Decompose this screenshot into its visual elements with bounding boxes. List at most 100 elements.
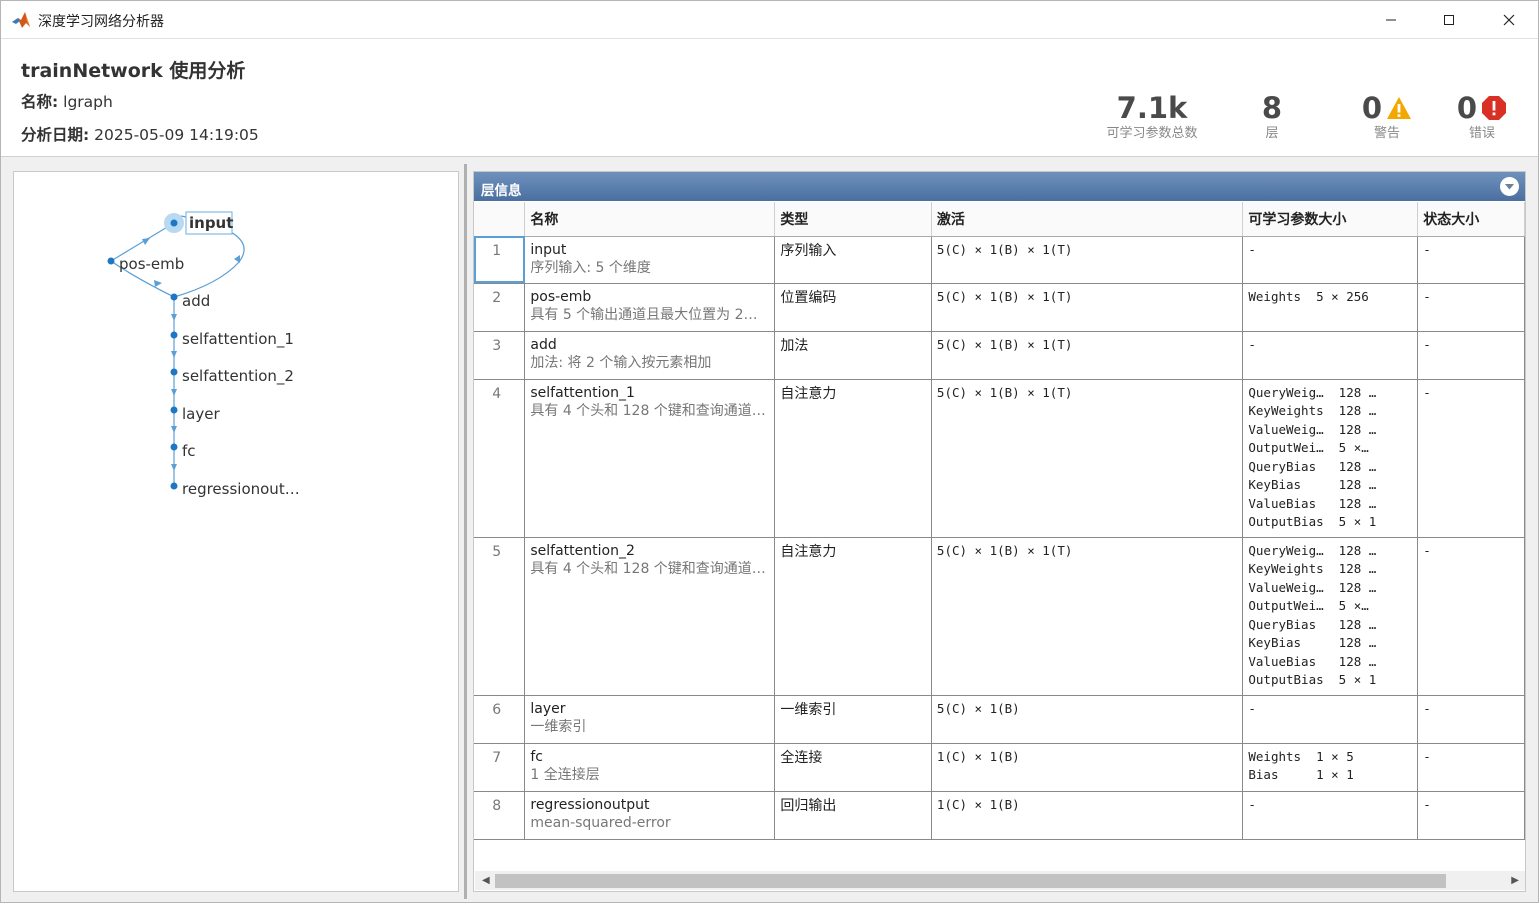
activation-cell: 5(C) × 1(B) × 1(T): [931, 331, 1244, 380]
panel-header: 层信息: [474, 172, 1525, 201]
learnables-cell: -: [1242, 331, 1419, 380]
graph-node[interactable]: [107, 257, 115, 265]
edge-arrow: [171, 464, 177, 471]
table-row[interactable]: 4 selfattention_1 具有 4 个头和 128 个键和查询通道… 自注意…: [474, 379, 1525, 538]
graph-node-label[interactable]: selfattention_2: [182, 367, 294, 386]
table-row[interactable]: 1 input 序列输入: 5 个维度 序列输入 5(C) × 1(B) × 1(T) -…: [474, 236, 1525, 284]
close-icon: [1503, 14, 1515, 26]
layer-name: selfattention_2: [530, 542, 635, 559]
layer-name: selfattention_1: [530, 384, 635, 401]
state-size: -: [1423, 796, 1431, 812]
table-row[interactable]: 5 selfattention_2 具有 4 个头和 128 个键和查询通道… 自注意…: [474, 537, 1525, 696]
minimize-icon: [1386, 19, 1396, 21]
activation-cell: 5(C) × 1(B) × 1(T): [931, 236, 1244, 284]
learnables-size: -: [1248, 241, 1256, 257]
learnables-size: Weights 1 × 5 Bias 1 × 1: [1248, 748, 1354, 783]
column-header[interactable]: 激活: [931, 202, 1244, 237]
layer-type: 序列输入: [780, 242, 837, 259]
activation-size: 1(C) × 1(B): [936, 796, 1020, 812]
row-index: 4: [474, 379, 526, 538]
activation-cell: 5(C) × 1(B) × 1(T): [931, 379, 1244, 538]
error-icon: [1482, 96, 1507, 120]
graph-node[interactable]: [170, 331, 178, 339]
activation-size: 5(C) × 1(B) × 1(T): [936, 542, 1073, 558]
graph-node-label[interactable]: regressionout…: [182, 480, 300, 498]
layer-description: 具有 5 个输出通道且最大位置为 2…: [530, 306, 758, 323]
title-bar: 深度学习网络分析器: [1, 1, 1538, 39]
maximize-button[interactable]: [1426, 1, 1472, 39]
state-size: -: [1423, 700, 1431, 716]
stat-learnables-label: 可学习参数总数: [1106, 126, 1198, 141]
horizontal-scrollbar[interactable]: ◀ ▶: [475, 871, 1525, 890]
column-header[interactable]: 可学习参数大小: [1242, 202, 1419, 237]
graph-node-label[interactable]: fc: [182, 442, 196, 460]
column-header[interactable]: 类型: [774, 202, 932, 237]
column-header[interactable]: 名称: [524, 202, 776, 237]
edge-arrow: [171, 426, 177, 433]
app-window: 深度学习网络分析器 trainNetwork 使用分析 名称: lgraph 分…: [0, 0, 1539, 903]
network-graph[interactable]: input pos-emb add selfattention_1 selfat…: [14, 172, 458, 891]
table-row[interactable]: 6 layer 一维索引 一维索引 5(C) × 1(B) - -: [474, 695, 1525, 744]
layer-name: regressionoutput: [530, 796, 650, 813]
state-cell: -: [1417, 283, 1525, 332]
learnables-cell: Weights 5 × 256: [1242, 283, 1419, 332]
edge-arrow: [171, 351, 177, 358]
graph-node[interactable]: [170, 368, 178, 376]
stat-layers: 8 层: [1242, 91, 1302, 143]
graph-node[interactable]: [170, 443, 178, 451]
layer-name-cell: layer 一维索引: [524, 695, 776, 744]
stat-errors[interactable]: 0 错误: [1446, 91, 1518, 143]
state-cell: -: [1417, 695, 1525, 744]
network-graph-panel[interactable]: input pos-emb add selfattention_1 selfat…: [13, 171, 459, 892]
state-size: -: [1423, 336, 1431, 352]
graph-node-label[interactable]: add: [182, 292, 210, 310]
column-header[interactable]: [474, 202, 526, 237]
layer-name-cell: pos-emb 具有 5 个输出通道且最大位置为 2…: [524, 283, 776, 332]
panel-title: 层信息: [481, 183, 522, 199]
warning-icon: [1387, 97, 1412, 119]
graph-node-label[interactable]: pos-emb: [119, 255, 184, 273]
learnables-cell: Weights 1 × 5 Bias 1 × 1: [1242, 743, 1419, 792]
layer-name-cell: add 加法: 将 2 个输入按元素相加: [524, 331, 776, 380]
stat-errors-value: 0: [1456, 91, 1478, 125]
graph-node[interactable]: [170, 406, 178, 414]
stat-warnings[interactable]: 0 警告: [1351, 91, 1423, 143]
graph-node-label[interactable]: selfattention_1: [182, 330, 294, 349]
table-row[interactable]: 7 fc 1 全连接层 全连接 1(C) × 1(B) Weights 1 × 5 Bia…: [474, 743, 1525, 792]
state-cell: -: [1417, 379, 1525, 538]
scroll-left-icon[interactable]: ◀: [482, 875, 490, 886]
table-row[interactable]: 2 pos-emb 具有 5 个输出通道且最大位置为 2… 位置编码 5(C) × 1(…: [474, 283, 1525, 332]
row-index: 8: [474, 791, 526, 840]
scrollbar-thumb[interactable]: [495, 874, 1446, 888]
panel-splitter[interactable]: [464, 164, 467, 899]
layer-type: 回归输出: [780, 797, 837, 814]
minimize-button[interactable]: [1368, 1, 1414, 39]
analysis-date: 分析日期: 2025-05-09 14:19:05: [21, 123, 259, 145]
graph-node-label[interactable]: layer: [182, 405, 220, 423]
layer-type-cell: 自注意力: [774, 537, 932, 696]
layer-description: 序列输入: 5 个维度: [530, 259, 651, 276]
edge-arrow: [171, 314, 177, 321]
graph-node[interactable]: [170, 219, 178, 227]
table-row[interactable]: 3 add 加法: 将 2 个输入按元素相加 加法 5(C) × 1(B) × 1(T)…: [474, 331, 1525, 380]
matlab-logo-icon: [12, 12, 30, 28]
graph-node[interactable]: [170, 482, 178, 490]
graph-node[interactable]: [170, 293, 178, 301]
close-button[interactable]: [1486, 1, 1532, 39]
column-header[interactable]: 状态大小: [1417, 202, 1525, 237]
table-row[interactable]: 8 regressionoutput mean-squared-error 回归输出 1…: [474, 791, 1525, 840]
graph-node-label[interactable]: input: [189, 214, 233, 232]
activation-size: 5(C) × 1(B): [936, 700, 1020, 716]
layer-type-cell: 加法: [774, 331, 932, 380]
layer-name: add: [530, 336, 557, 353]
layer-type-cell: 序列输入: [774, 236, 932, 284]
scroll-right-icon[interactable]: ▶: [1511, 875, 1519, 886]
learnables-size: Weights 5 × 256: [1248, 288, 1369, 304]
activation-size: 5(C) × 1(B) × 1(T): [936, 288, 1073, 304]
stat-errors-label: 错误: [1468, 126, 1495, 141]
activation-cell: 1(C) × 1(B): [931, 743, 1244, 792]
layer-name-cell: selfattention_2 具有 4 个头和 128 个键和查询通道…: [524, 537, 776, 696]
panel-collapse-button[interactable]: [1500, 177, 1519, 196]
edge-arrow: [171, 389, 177, 396]
state-size: -: [1423, 542, 1431, 558]
